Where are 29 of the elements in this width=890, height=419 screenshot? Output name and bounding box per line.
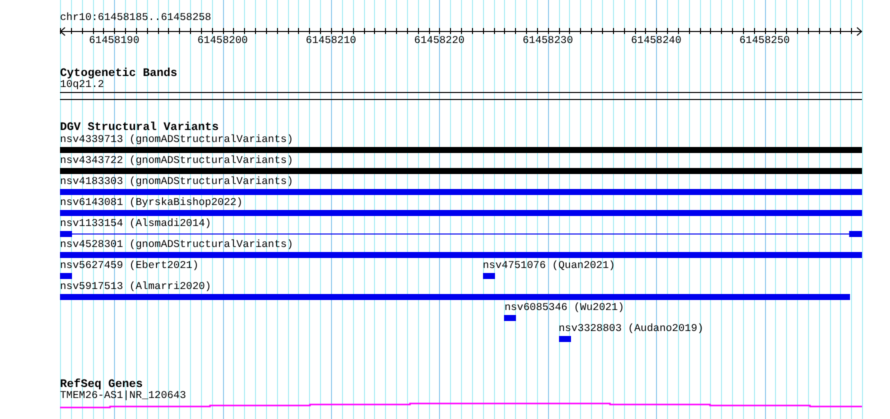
variant-label: nsv1133154 (Alsmadi2014) — [60, 218, 212, 230]
variant-bar[interactable] — [60, 231, 862, 237]
ruler-label: 61458250 — [739, 35, 790, 47]
location-label: chr10:61458185..61458258 — [60, 12, 212, 25]
track-title: DGV Structural Variants — [60, 121, 219, 134]
track-title: RefSeq Genes — [60, 378, 143, 391]
variant-bar[interactable] — [558, 336, 571, 342]
variant-label: nsv5627459 (Ebert2021) — [60, 260, 199, 272]
ruler-label: 61458190 — [88, 35, 140, 47]
variant-label: nsv4751076 (Quan2021) — [482, 260, 616, 272]
gene-line[interactable] — [60, 402, 862, 409]
ruler-label: 61458200 — [197, 35, 248, 47]
variant-label: nsv3328803 (Audano2019) — [558, 323, 704, 335]
ruler-label: 61458210 — [306, 35, 356, 47]
variant-bar[interactable] — [504, 315, 516, 321]
variant-label: nsv4528301 (gnomADStructuralVariants) — [60, 239, 294, 251]
variant-label: nsv4343722 (gnomADStructuralVariants) — [60, 155, 294, 167]
track-title: Cytogenetic Bands — [60, 67, 178, 80]
variant-label: nsv6143081 (ByrskaBishop2022) — [60, 197, 243, 209]
ruler-label: 61458230 — [522, 35, 573, 47]
ruler-label: 61458240 — [630, 35, 682, 47]
ruler-label: 61458220 — [414, 35, 465, 47]
variant-label: nsv4183303 (gnomADStructuralVariants) — [60, 176, 294, 188]
gene-label: TMEM26-AS1|NR_120643 — [60, 391, 186, 402]
variant-label: nsv6085346 (Wu2021) — [504, 302, 624, 314]
variant-label: nsv5917513 (Almarri2020) — [60, 281, 212, 293]
variant-label: nsv4339713 (gnomADStructuralVariants) — [60, 134, 294, 146]
band-label: 10q21.2 — [60, 80, 104, 91]
variant-bar[interactable] — [482, 273, 495, 279]
